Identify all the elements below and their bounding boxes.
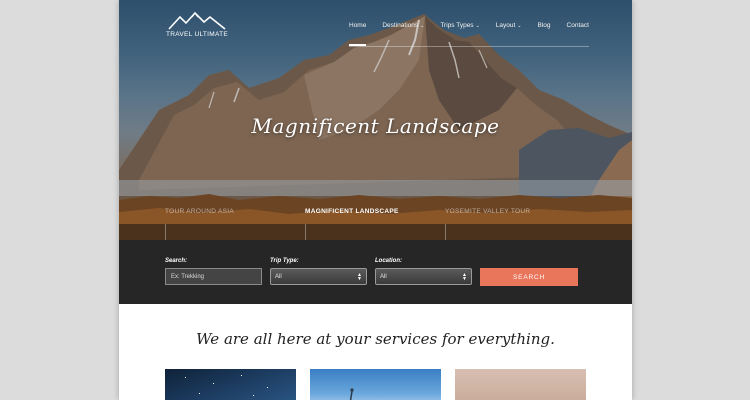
nav-item-home[interactable]: Home [349,22,367,46]
nav-item-layout[interactable]: Layout ⌄ [496,22,522,29]
main-nav: Home Destinations ⌄ Trips Types ⌄ Layout… [349,22,605,46]
logo-text: TRAVEL ULTIMATE [166,31,229,38]
nav-item-label: Home [349,22,367,29]
nav-item-label: Trips Types [440,22,474,29]
nav-item-trips-types[interactable]: Trips Types ⌄ [440,22,479,29]
slide-divider [305,224,306,240]
chevron-down-icon: ⌄ [475,22,480,29]
trip-thumbnail-desert[interactable] [455,369,586,400]
services-tagline: We are all here at your services for eve… [196,330,555,348]
nav-item-label: Contact [566,22,589,29]
slide-tab-tour-around-asia[interactable]: TOUR AROUND ASIA [165,208,234,215]
trip-thumbnail-sky[interactable] [310,369,441,400]
site-logo[interactable]: TRAVEL ULTIMATE [166,12,228,38]
slide-divider [165,224,166,240]
nav-item-destinations[interactable]: Destinations ⌄ [382,22,424,29]
slide-divider [445,224,446,240]
search-label: Search: [165,258,188,264]
nav-item-blog[interactable]: Blog [538,22,551,29]
location-select[interactable]: All ▲ ▼ [375,268,472,285]
location-value: All [380,273,387,280]
select-arrows-icon: ▲ ▼ [462,271,467,282]
hero-title: Magnificent Landscape [251,114,500,138]
slider-tabs: TOUR AROUND ASIA MAGNIFICENT LANDSCAPE Y… [119,200,632,240]
nav-item-label: Destinations [382,22,419,29]
slide-tab-yosemite-valley-tour[interactable]: YOSEMITE VALLEY TOUR [445,208,530,215]
nav-divider [349,46,589,47]
slide-tab-magnificent-landscape[interactable]: MAGNIFICENT LANDSCAPE [305,208,399,215]
trip-type-value: All [275,273,282,280]
trip-search-bar: Search: Ex: Trekking Trip Type: All ▲ ▼ L… [119,240,632,304]
chevron-down-icon: ⌄ [420,22,425,29]
hero-banner: TRAVEL ULTIMATE Home Destinations ⌄ Trip… [119,0,632,240]
mountain-logo-icon [168,12,226,30]
chevron-down-icon: ⌄ [517,22,522,29]
trip-thumbnail-night-sky[interactable] [165,369,296,400]
search-input[interactable]: Ex: Trekking [165,268,262,285]
trip-thumbnail-figure [349,388,354,400]
trip-type-label: Trip Type: [270,258,299,264]
browser-page: TRAVEL ULTIMATE Home Destinations ⌄ Trip… [119,0,632,400]
select-arrows-icon: ▲ ▼ [357,271,362,282]
nav-item-label: Layout [495,22,516,29]
nav-item-label: Blog [537,22,551,29]
search-button[interactable]: SEARCH [480,268,578,286]
nav-item-contact[interactable]: Contact [567,22,589,29]
location-label: Location: [375,258,402,264]
trip-type-select[interactable]: All ▲ ▼ [270,268,367,285]
